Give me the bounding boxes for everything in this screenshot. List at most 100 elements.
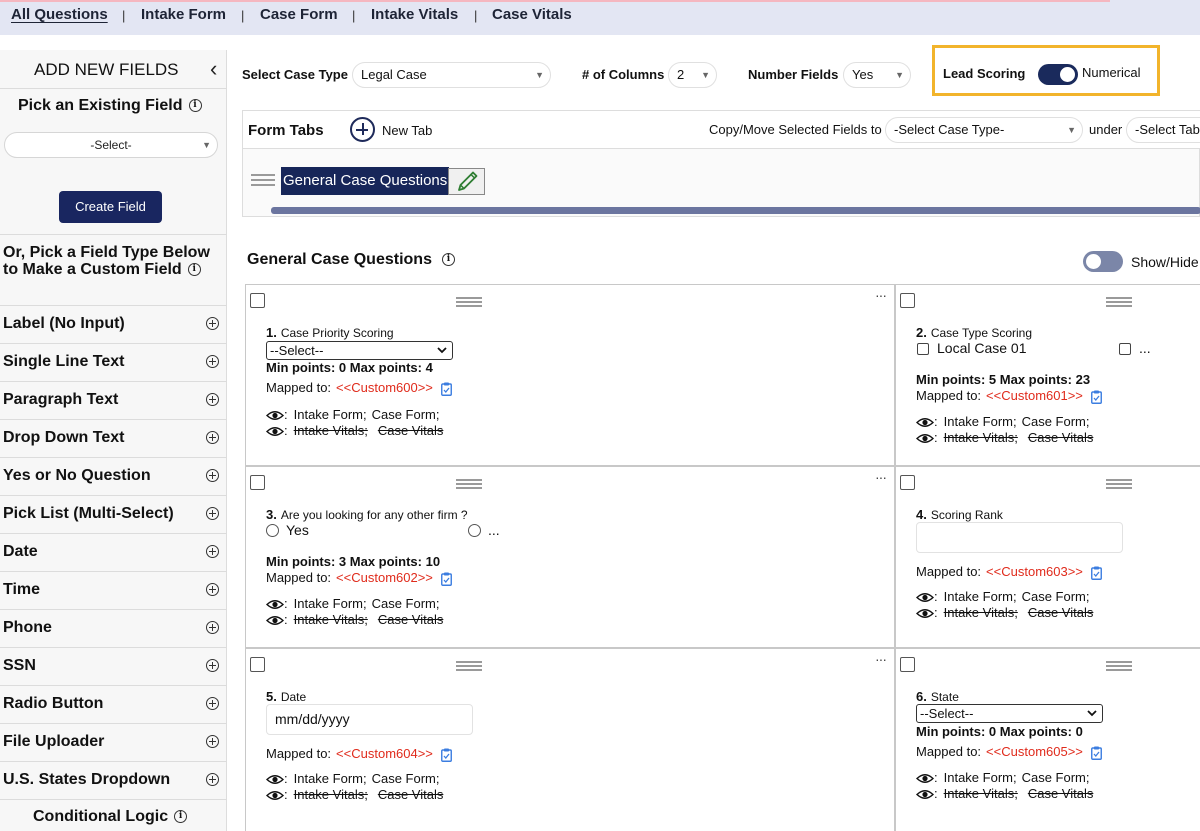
new-tab-label[interactable]: New Tab <box>382 123 432 138</box>
show-hide-toggle[interactable] <box>1083 251 1123 272</box>
tabs-scrollbar[interactable] <box>271 207 1200 214</box>
option-checkbox[interactable] <box>917 343 929 355</box>
drag-handle-icon[interactable] <box>251 174 275 186</box>
field-type-item[interactable]: Yes or No Question <box>0 457 227 495</box>
copy-clipboard-icon[interactable] <box>440 572 452 586</box>
eye-icon <box>265 600 285 610</box>
field-type-item[interactable]: File Uploader <box>0 723 227 761</box>
add-circle-icon[interactable] <box>206 659 219 672</box>
nav-separator: | <box>474 8 478 23</box>
more-options-icon[interactable]: ··· <box>875 287 887 303</box>
edit-tab-button[interactable] <box>448 168 485 195</box>
option-radio[interactable] <box>266 524 279 537</box>
copy-case-type-select[interactable]: -Select Case Type- ▼ <box>885 117 1083 143</box>
date-input[interactable]: mm/dd/yyyy <box>266 704 473 735</box>
option-checkbox[interactable] <box>1119 343 1131 355</box>
question-label: Are you looking for any other firm ? <box>280 508 468 522</box>
drag-handle-icon[interactable] <box>456 479 482 489</box>
create-field-button[interactable]: Create Field <box>59 191 162 223</box>
visible-form: Intake Form; <box>943 770 1017 785</box>
hidden-forms-line: : Intake Vitals; Case Vitals <box>265 787 443 802</box>
custom-field-tag: <<Custom604>> <box>336 746 433 761</box>
form-tabs-panel: Form Tabs New Tab Copy/Move Selected Fie… <box>242 110 1200 217</box>
select-checkbox[interactable] <box>900 293 915 308</box>
case-type-select[interactable]: Legal Case ▼ <box>352 62 551 88</box>
add-circle-icon[interactable] <box>206 317 219 330</box>
sidebar: ADD NEW FIELDS ‹ Pick an Existing Field i… <box>0 50 227 831</box>
field-type-item[interactable]: SSN <box>0 647 227 685</box>
drag-handle-icon[interactable] <box>456 661 482 671</box>
field-type-item[interactable]: Time <box>0 571 227 609</box>
select-checkbox[interactable] <box>250 475 265 490</box>
copy-clipboard-icon[interactable] <box>440 382 452 396</box>
drag-handle-icon[interactable] <box>1106 297 1132 307</box>
visible-form: Case Form; <box>1021 589 1090 604</box>
drag-handle-icon[interactable] <box>1106 661 1132 671</box>
add-circle-icon[interactable] <box>206 355 219 368</box>
under-tab-select[interactable]: -Select Tab- <box>1126 117 1200 143</box>
field-type-item[interactable]: Pick List (Multi-Select) <box>0 495 227 533</box>
add-circle-icon[interactable] <box>206 393 219 406</box>
question-card: 4. Scoring Rank Mapped to: <<Custom603>>: In… <box>895 466 1200 648</box>
field-type-item[interactable]: Single Line Text <box>0 343 227 381</box>
tab-general-case-questions[interactable]: General Case Questions <box>281 167 450 195</box>
mapped-to-line: Mapped to: <<Custom605>> <box>916 744 1102 760</box>
question-select[interactable]: --Select-- <box>266 341 453 360</box>
field-type-item[interactable]: Phone <box>0 609 227 647</box>
add-circle-icon[interactable] <box>206 697 219 710</box>
add-circle-icon[interactable] <box>206 735 219 748</box>
tab-intake-vitals[interactable]: Intake Vitals <box>371 6 458 23</box>
tab-all-questions[interactable]: All Questions <box>11 6 108 23</box>
copy-clipboard-icon[interactable] <box>440 748 452 762</box>
drag-handle-icon[interactable] <box>1106 479 1132 489</box>
drag-handle-icon[interactable] <box>456 297 482 307</box>
field-type-item[interactable]: Drop Down Text <box>0 419 227 457</box>
question-number: 2. <box>916 325 927 340</box>
select-checkbox[interactable] <box>250 293 265 308</box>
custom-field-tag: <<Custom601>> <box>986 388 1083 403</box>
field-type-item[interactable]: Date <box>0 533 227 571</box>
select-checkbox[interactable] <box>900 657 915 672</box>
add-circle-icon[interactable] <box>206 621 219 634</box>
add-tab-icon[interactable] <box>350 117 375 142</box>
copy-clipboard-icon[interactable] <box>1090 566 1102 580</box>
info-icon[interactable]: i <box>174 810 188 824</box>
add-circle-icon[interactable] <box>206 583 219 596</box>
number-fields-select[interactable]: Yes ▼ <box>843 62 911 88</box>
select-checkbox[interactable] <box>900 475 915 490</box>
copy-clipboard-icon[interactable] <box>1090 390 1102 404</box>
field-type-item[interactable]: Label (No Input) <box>0 305 227 343</box>
add-circle-icon[interactable] <box>206 431 219 444</box>
custom-field-heading: Or, Pick a Field Type Below to Make a Cu… <box>3 244 213 278</box>
collapse-icon[interactable]: ‹ <box>210 56 217 82</box>
add-circle-icon[interactable] <box>206 773 219 786</box>
tab-case-form[interactable]: Case Form <box>260 6 338 23</box>
text-input[interactable] <box>916 522 1123 553</box>
question-label: Case Priority Scoring <box>280 326 394 340</box>
field-type-item[interactable]: Paragraph Text <box>0 381 227 419</box>
existing-field-select[interactable]: -Select- ▼ <box>4 132 218 158</box>
columns-select[interactable]: 2 ▼ <box>668 62 717 88</box>
add-circle-icon[interactable] <box>206 545 219 558</box>
field-type-item[interactable]: U.S. States Dropdown <box>0 761 227 799</box>
eye-separator: : <box>934 605 938 620</box>
field-type-label: File Uploader <box>3 733 105 750</box>
option-radio[interactable] <box>468 524 481 537</box>
select-checkbox[interactable] <box>250 657 265 672</box>
more-options-icon[interactable]: ··· <box>875 469 887 485</box>
question-select[interactable]: --Select-- <box>916 704 1103 723</box>
tab-intake-form[interactable]: Intake Form <box>141 6 226 23</box>
add-circle-icon[interactable] <box>206 469 219 482</box>
copy-clipboard-icon[interactable] <box>1090 746 1102 760</box>
hidden-form: Intake Vitals; <box>943 786 1018 801</box>
custom-field-tag: <<Custom603>> <box>986 564 1083 579</box>
add-circle-icon[interactable] <box>206 507 219 520</box>
info-icon[interactable]: i <box>187 263 201 277</box>
lead-scoring-toggle[interactable] <box>1038 64 1078 85</box>
info-icon[interactable]: i <box>441 253 455 267</box>
tab-case-vitals[interactable]: Case Vitals <box>492 6 572 23</box>
info-icon[interactable]: i <box>188 99 202 113</box>
field-type-item[interactable]: Radio Button <box>0 685 227 723</box>
more-options-icon[interactable]: ··· <box>875 651 887 667</box>
option-label: Local Case 01 <box>937 340 1027 356</box>
